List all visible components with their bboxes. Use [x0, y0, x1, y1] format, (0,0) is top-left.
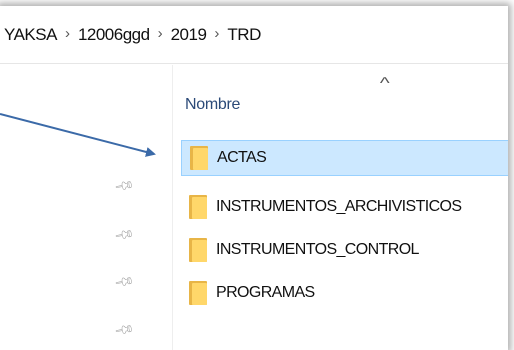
chevron-right-icon[interactable]: › [158, 25, 163, 42]
pin-icon[interactable]: 📌︎ [113, 271, 135, 294]
folder-row-instrumentos-archivisticos[interactable]: INSTRUMENTOS_ARCHIVISTICOS [181, 189, 508, 225]
breadcrumb-12006ggd[interactable]: 12006ggd [78, 25, 150, 45]
folder-icon [189, 195, 207, 219]
folder-row-programas[interactable]: PROGRAMAS [181, 275, 508, 311]
folder-icon [190, 146, 208, 170]
folder-name: INSTRUMENTOS_CONTROL [216, 241, 419, 258]
chevron-right-icon[interactable]: › [214, 25, 219, 42]
sort-ascending-icon[interactable]: ^ [380, 75, 390, 93]
folder-name: INSTRUMENTOS_ARCHIVISTICOS [216, 198, 462, 215]
folder-row-actas[interactable]: ACTAS [181, 140, 508, 176]
column-header-name[interactable]: Nombre [185, 96, 240, 114]
folder-name: ACTAS [217, 149, 267, 166]
file-explorer-window: YAKSA › 12006ggd › 2019 › TRD 📌︎ 📌︎ 📌︎ 📌… [0, 6, 508, 350]
address-bar[interactable]: YAKSA › 12006ggd › 2019 › TRD [0, 6, 508, 64]
navigation-pane: 📌︎ 📌︎ 📌︎ 📌︎ [0, 65, 172, 350]
folder-row-instrumentos-control[interactable]: INSTRUMENTOS_CONTROL [181, 232, 508, 268]
file-list: ^ Nombre ACTAS INSTRUMENTOS_ARCHIVISTICO… [173, 65, 508, 350]
pin-icon[interactable]: 📌︎ [113, 224, 135, 247]
folder-icon [189, 281, 207, 305]
breadcrumb-trd[interactable]: TRD [227, 25, 261, 45]
chevron-right-icon[interactable]: › [65, 25, 70, 42]
breadcrumb-2019[interactable]: 2019 [171, 25, 207, 45]
folder-icon [189, 238, 207, 262]
pin-icon[interactable]: 📌︎ [113, 175, 135, 198]
folder-name: PROGRAMAS [216, 284, 315, 301]
breadcrumb-yaksa[interactable]: YAKSA [4, 25, 57, 45]
pin-icon[interactable]: 📌︎ [113, 319, 135, 342]
